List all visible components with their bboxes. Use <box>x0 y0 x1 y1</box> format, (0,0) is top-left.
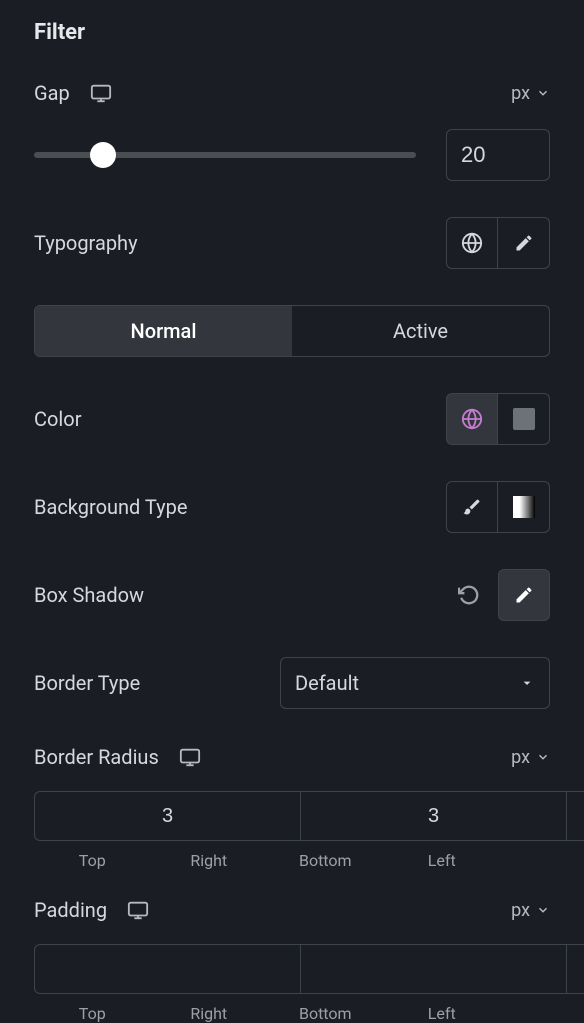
tab-active[interactable]: Active <box>292 306 549 356</box>
typography-label: Typography <box>34 231 138 255</box>
border-radius-unit: px <box>511 747 530 768</box>
border-radius-bottom-input[interactable] <box>567 791 584 841</box>
color-swatch-icon <box>513 408 535 430</box>
label-top: Top <box>34 851 151 870</box>
bg-type-controls <box>446 481 550 533</box>
padding-row: Padding px <box>34 898 550 922</box>
box-shadow-row: Box Shadow <box>34 569 550 621</box>
bg-gradient-button[interactable] <box>498 481 550 533</box>
border-radius-unit-select[interactable]: px <box>511 747 550 768</box>
gap-slider[interactable] <box>34 152 416 158</box>
state-tabs: Normal Active <box>34 305 550 357</box>
border-type-label: Border Type <box>34 671 140 695</box>
responsive-icon[interactable] <box>127 899 149 921</box>
box-shadow-reset-button[interactable] <box>458 584 480 606</box>
padding-right-input[interactable] <box>301 944 567 994</box>
pencil-icon <box>514 233 534 253</box>
border-radius-inputs <box>34 791 550 841</box>
padding-label: Padding <box>34 898 107 922</box>
section-title: Filter <box>34 0 550 45</box>
padding-sublabels: Top Right Bottom Left <box>34 1004 550 1023</box>
color-global-button[interactable] <box>446 393 498 445</box>
label-bottom: Bottom <box>267 1004 384 1023</box>
label-left: Left <box>384 1004 501 1023</box>
gap-slider-row <box>34 129 550 181</box>
padding-inputs <box>34 944 550 994</box>
globe-icon <box>461 408 483 430</box>
label-bottom: Bottom <box>267 851 384 870</box>
box-shadow-edit-button[interactable] <box>498 569 550 621</box>
color-row: Color <box>34 393 550 445</box>
padding-unit: px <box>511 900 530 921</box>
bg-classic-button[interactable] <box>446 481 498 533</box>
border-type-value: Default <box>295 671 359 695</box>
border-radius-top-input[interactable] <box>34 791 301 841</box>
gap-label: Gap <box>34 81 70 105</box>
pencil-icon <box>514 585 534 605</box>
border-type-row: Border Type Default <box>34 657 550 709</box>
color-controls <box>446 393 550 445</box>
caret-down-icon <box>519 675 535 691</box>
label-right: Right <box>151 1004 268 1023</box>
gap-input[interactable] <box>446 129 550 181</box>
gap-unit: px <box>511 83 530 104</box>
label-top: Top <box>34 1004 151 1023</box>
gradient-icon <box>513 496 535 518</box>
border-radius-right-input[interactable] <box>301 791 567 841</box>
bg-type-label: Background Type <box>34 495 187 519</box>
border-radius-label: Border Radius <box>34 745 159 769</box>
border-radius-sublabels: Top Right Bottom Left <box>34 851 550 870</box>
label-left: Left <box>384 851 501 870</box>
color-label: Color <box>34 407 81 431</box>
border-radius-row: Border Radius px <box>34 745 550 769</box>
typography-row: Typography <box>34 217 550 269</box>
box-shadow-label: Box Shadow <box>34 583 144 607</box>
bg-type-row: Background Type <box>34 481 550 533</box>
padding-top-input[interactable] <box>34 944 301 994</box>
typography-global-button[interactable] <box>446 217 498 269</box>
gap-row: Gap px <box>34 81 550 105</box>
globe-icon <box>461 232 483 254</box>
responsive-icon[interactable] <box>179 746 201 768</box>
gap-unit-select[interactable]: px <box>511 83 550 104</box>
label-right: Right <box>151 851 268 870</box>
typography-controls <box>446 217 550 269</box>
brush-icon <box>462 497 482 517</box>
padding-unit-select[interactable]: px <box>511 900 550 921</box>
gap-slider-thumb[interactable] <box>90 142 116 168</box>
color-swatch-button[interactable] <box>498 393 550 445</box>
typography-edit-button[interactable] <box>498 217 550 269</box>
padding-bottom-input[interactable] <box>567 944 584 994</box>
border-type-select[interactable]: Default <box>280 657 550 709</box>
undo-icon <box>458 584 480 606</box>
responsive-icon[interactable] <box>90 82 112 104</box>
tab-normal[interactable]: Normal <box>35 306 292 356</box>
